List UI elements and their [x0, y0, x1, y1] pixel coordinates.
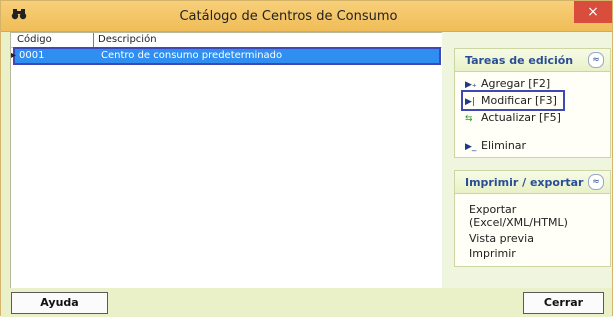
- delete-icon: ▶_: [465, 142, 477, 152]
- task-refresh[interactable]: ⇆ Actualizar [F5]: [465, 111, 561, 124]
- task-export-formats-label: (Excel/XML/HTML): [469, 216, 568, 229]
- edit-tasks-header[interactable]: Tareas de edición ≈: [455, 49, 610, 72]
- table-row[interactable]: ▸ 0001 Centro de consumo predeterminado: [11, 47, 441, 65]
- task-preview[interactable]: Vista previa: [469, 232, 534, 245]
- close-button[interactable]: Cerrar: [523, 292, 604, 314]
- close-window-button[interactable]: ×: [574, 1, 612, 23]
- collapse-icon[interactable]: ≈: [588, 174, 604, 190]
- task-print-label: Imprimir: [469, 247, 516, 260]
- window-title: Catálogo de Centros de Consumo: [179, 9, 398, 24]
- task-print[interactable]: Imprimir: [469, 247, 516, 260]
- task-sidebar: Tareas de edición ≈ ▶₊ Agregar [F2] ▶| Mod…: [442, 32, 612, 288]
- column-header-description[interactable]: Descripción: [98, 34, 157, 45]
- cell-code: 0001: [19, 50, 45, 61]
- bottom-bar: Ayuda Cerrar: [1, 288, 612, 317]
- close-icon: ×: [587, 4, 599, 20]
- grid-header: Código Descripción: [11, 33, 443, 48]
- edit-tasks-title: Tareas de edición: [465, 54, 574, 67]
- collapse-icon[interactable]: ≈: [588, 52, 604, 68]
- help-button[interactable]: Ayuda: [11, 292, 108, 314]
- centers-grid[interactable]: Código Descripción ▸ 0001 Centro de cons…: [10, 32, 444, 290]
- task-modify[interactable]: ▶| Modificar [F3]: [461, 90, 565, 111]
- task-export[interactable]: Exportar: [469, 203, 516, 216]
- add-icon: ▶₊: [465, 80, 477, 90]
- column-header-code[interactable]: Código: [17, 34, 52, 45]
- export-title: Imprimir / exportar: [465, 176, 584, 189]
- task-modify-label: Modificar [F3]: [481, 94, 557, 107]
- task-modify-highlight: ▶| Modificar [F3]: [461, 90, 565, 111]
- cell-description: Centro de consumo predeterminado: [101, 50, 283, 61]
- task-export-formats[interactable]: (Excel/XML/HTML): [469, 216, 568, 229]
- row-indicator-icon: ▸: [11, 50, 17, 61]
- export-header[interactable]: Imprimir / exportar ≈: [455, 171, 610, 194]
- catalog-window: Catálogo de Centros de Consumo × Código …: [0, 0, 613, 317]
- edit-icon: ▶|: [465, 97, 475, 107]
- title-bar: Catálogo de Centros de Consumo ×: [1, 1, 612, 32]
- task-add[interactable]: ▶₊ Agregar [F2]: [465, 77, 550, 90]
- task-delete[interactable]: ▶_ Eliminar: [465, 139, 526, 152]
- task-preview-label: Vista previa: [469, 232, 534, 245]
- refresh-icon: ⇆: [465, 114, 473, 124]
- edit-tasks-panel: Tareas de edición ≈ ▶₊ Agregar [F2] ▶| Mod…: [454, 48, 611, 158]
- task-delete-label: Eliminar: [481, 139, 527, 152]
- export-panel: Imprimir / exportar ≈ Exportar (Excel/XM…: [454, 170, 611, 267]
- task-export-label: Exportar: [469, 203, 517, 216]
- task-add-label: Agregar [F2]: [481, 77, 551, 90]
- task-refresh-label: Actualizar [F5]: [481, 111, 561, 124]
